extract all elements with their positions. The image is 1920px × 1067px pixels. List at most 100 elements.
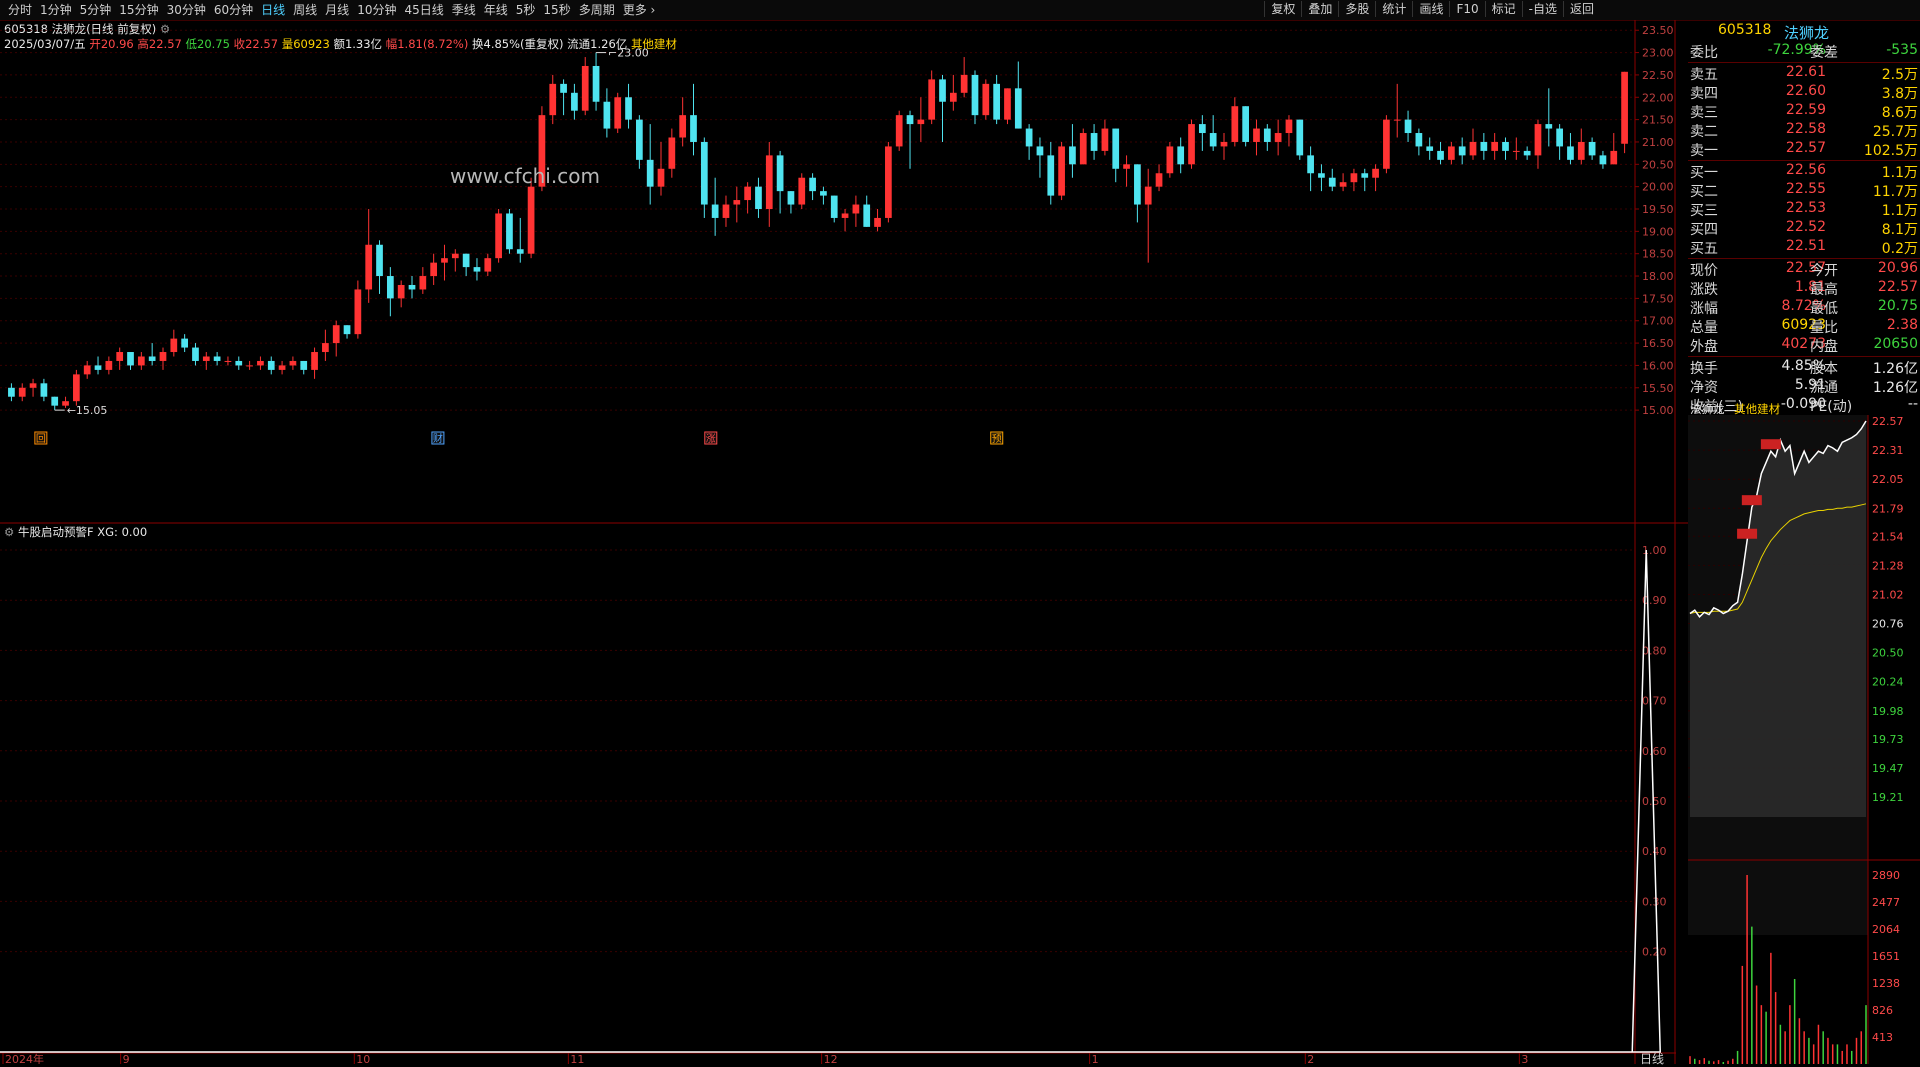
tab-10[interactable]: 45日线 — [400, 2, 447, 18]
tab-16[interactable]: 更多 › — [619, 2, 660, 18]
ask-row-price: 22.61 — [1785, 64, 1826, 80]
candle-body — [1458, 146, 1466, 156]
ask-row-volume: 102.5万 — [1863, 143, 1918, 159]
candle-body — [224, 360, 232, 362]
candle-body — [300, 360, 308, 370]
bid-row: 买二 22.55 11.7万 — [1688, 181, 1920, 200]
mini-y-tick: 20.76 — [1872, 618, 1904, 631]
stat-value: 1.26亿 — [1872, 380, 1918, 396]
candle-body — [1014, 88, 1022, 129]
tool-button-7[interactable]: -自选 — [1521, 1, 1563, 17]
tab-8[interactable]: 月线 — [321, 2, 353, 18]
candle-body — [105, 360, 113, 370]
candle-body — [885, 146, 892, 218]
candle-body — [820, 191, 827, 196]
ask-row: 卖四 22.60 3.8万 — [1688, 83, 1920, 102]
candle-body — [971, 74, 979, 116]
tab-4[interactable]: 30分钟 — [163, 2, 210, 18]
tool-button-5[interactable]: F10 — [1449, 1, 1484, 17]
tab-13[interactable]: 5秒 — [512, 2, 540, 18]
candle-body — [159, 352, 167, 361]
candle-body — [1285, 119, 1293, 134]
tab-11[interactable]: 季线 — [448, 2, 480, 18]
tab-3[interactable]: 15分钟 — [115, 2, 162, 18]
mini-y-tick: 22.31 — [1872, 444, 1904, 457]
candle-body — [1393, 119, 1401, 121]
ask-row-volume: 2.5万 — [1881, 67, 1918, 83]
x-month-label: 2 — [1307, 1053, 1314, 1064]
bid-row-volume: 1.1万 — [1881, 165, 1918, 181]
candle-body — [1025, 128, 1033, 147]
candle-body — [571, 92, 578, 111]
candle-body — [1350, 173, 1358, 183]
weicha-value: -535 — [1886, 42, 1918, 58]
candle-body — [1361, 173, 1369, 178]
tool-button-8[interactable]: 返回 — [1562, 1, 1600, 17]
candle-body — [809, 177, 816, 192]
candle-body — [1188, 124, 1195, 165]
tab-15[interactable]: 多周期 — [575, 2, 619, 18]
candle-body — [1491, 141, 1499, 151]
candle-body — [863, 204, 871, 227]
candle-body — [1296, 119, 1304, 156]
tab-14[interactable]: 15秒 — [539, 2, 574, 18]
tab-1[interactable]: 1分钟 — [36, 2, 76, 18]
x-month-label: 2024年 — [5, 1052, 44, 1064]
bid-row-price: 22.55 — [1785, 181, 1826, 197]
tab-6[interactable]: 日线 — [257, 2, 289, 18]
stat-row: 涨跌 1.81 最高 22.57 — [1688, 279, 1920, 298]
vol-tick: 1238 — [1872, 977, 1900, 990]
tool-button-0[interactable]: 复权 — [1264, 1, 1301, 17]
stat-label: 涨跌 — [1690, 282, 1718, 298]
candle-body — [679, 115, 687, 138]
tab-5[interactable]: 60分钟 — [210, 2, 257, 18]
candle-body — [1469, 141, 1477, 156]
y-tick-label: 23.00 — [1642, 47, 1674, 60]
tab-2[interactable]: 5分钟 — [76, 2, 116, 18]
quote-panel: 605318 法狮龙 委比 -72.99% 委差 -535 卖五 22.61 2.5… — [1688, 22, 1920, 415]
indicator-value: XG: 0.00 — [97, 525, 148, 539]
ask-row-label: 卖五 — [1690, 67, 1718, 83]
main-chart: 23.5023.0022.5022.0021.5021.0020.5020.00… — [0, 20, 1688, 1064]
bid-row: 买五 22.51 0.2万 — [1688, 238, 1920, 257]
candle-body — [1588, 141, 1596, 156]
tab-0[interactable]: 分时 — [4, 2, 36, 18]
tool-button-4[interactable]: 画线 — [1412, 1, 1449, 17]
tool-button-2[interactable]: 多股 — [1338, 1, 1375, 17]
period-tabs: 分时 1分钟 5分钟 15分钟 30分钟 60分钟 日线 周线 月线 10分钟 45日线 季线 年线 5秒… — [4, 2, 659, 18]
candle-body — [506, 213, 513, 250]
ask-row-label: 卖一 — [1690, 143, 1718, 159]
stat-row: 总量 60923 量比 2.38 — [1688, 317, 1920, 336]
candle-body — [1231, 106, 1239, 142]
y-tick-label: 20.50 — [1642, 158, 1674, 171]
indicator-settings-icon[interactable]: ⚙ — [4, 525, 14, 539]
stat-label: 换手 — [1690, 361, 1718, 377]
candle-body — [1448, 146, 1455, 160]
candle-body — [1144, 186, 1152, 205]
limit-up-badge — [1737, 528, 1758, 539]
candle-body — [202, 356, 210, 361]
candle-body — [852, 204, 860, 214]
tool-button-6[interactable]: 标记 — [1484, 1, 1522, 17]
candle-body — [1004, 88, 1011, 120]
candle-body — [690, 115, 697, 142]
bid-row-label: 买二 — [1690, 184, 1718, 200]
stat-value: 2.38 — [1886, 317, 1918, 333]
stat-label: 最高 — [1810, 282, 1838, 298]
y-tick-label: 21.00 — [1642, 136, 1674, 149]
candle-body — [1523, 150, 1531, 156]
tab-7[interactable]: 周线 — [289, 2, 321, 18]
mini-y-tick: 22.57 — [1872, 415, 1904, 428]
bottom-period-tab[interactable]: 日线 — [1640, 1050, 1664, 1067]
candle-body — [917, 119, 925, 125]
limit-up-badge — [1741, 495, 1762, 506]
candle-body — [18, 387, 26, 397]
event-marker-label: 预 — [992, 433, 1002, 445]
candle-body — [982, 83, 990, 116]
bid-row-label: 买三 — [1690, 203, 1718, 219]
tab-9[interactable]: 10分钟 — [353, 2, 400, 18]
x-month-label: 9 — [123, 1053, 130, 1064]
tab-12[interactable]: 年线 — [480, 2, 512, 18]
tool-button-1[interactable]: 叠加 — [1301, 1, 1338, 17]
tool-button-3[interactable]: 统计 — [1375, 1, 1412, 17]
